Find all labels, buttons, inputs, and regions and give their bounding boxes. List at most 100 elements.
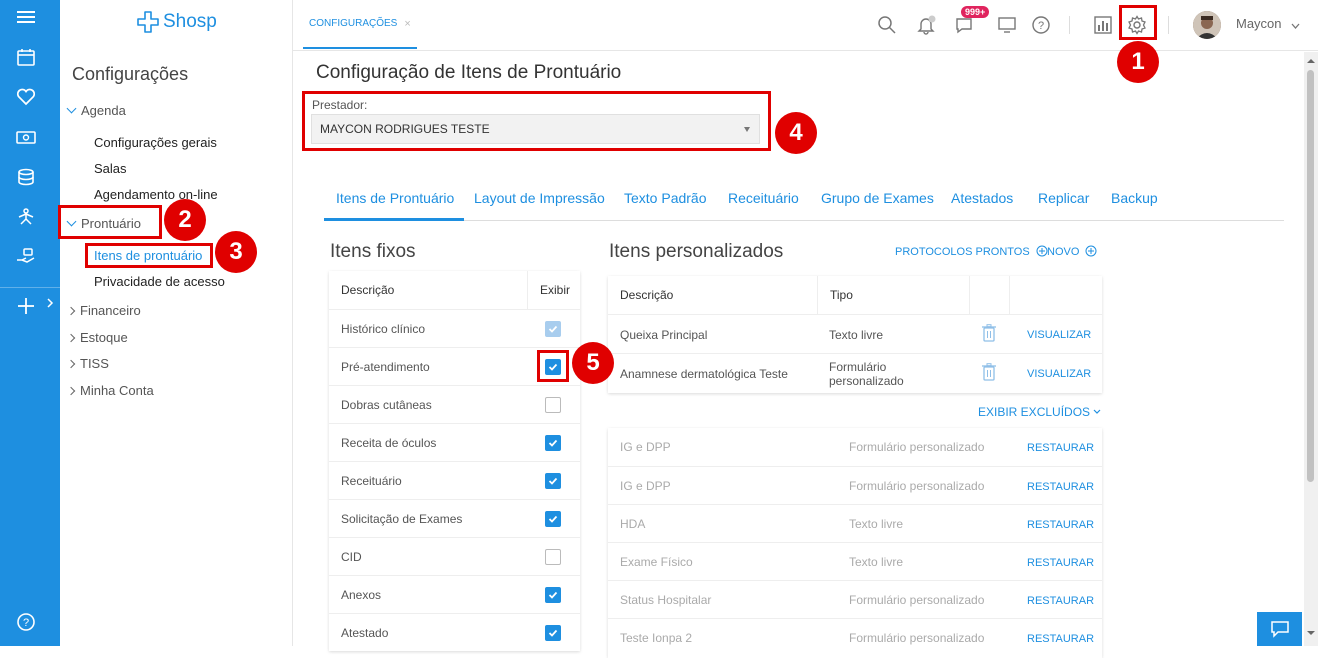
exibir-checkbox[interactable] — [545, 397, 561, 413]
database-icon[interactable] — [0, 162, 52, 192]
row-tipo: Texto livre — [829, 328, 884, 342]
chat-button[interactable] — [1257, 612, 1302, 646]
rail-divider — [0, 287, 60, 288]
row-description: IG e DPP — [620, 440, 671, 454]
nav-group-agenda[interactable]: Agenda — [66, 103, 126, 118]
table-row: Receita de óculos — [329, 423, 580, 461]
logo[interactable]: Shosp — [136, 10, 217, 34]
row-description: Queixa Principal — [620, 328, 708, 342]
nav-group-financeiro[interactable]: Financeiro — [66, 303, 141, 318]
tab-texto-padrao[interactable]: Texto Padrão — [624, 184, 707, 220]
avatar[interactable] — [1193, 11, 1221, 39]
row-tipo: Formulário personalizado — [849, 479, 985, 493]
exibir-checkbox[interactable] — [545, 549, 561, 565]
column-header-descricao: Descrição — [620, 288, 674, 302]
tab-layout-de-impressao[interactable]: Layout de Impressão — [474, 184, 605, 220]
money-icon[interactable] — [0, 122, 52, 152]
nav-group-minha-conta[interactable]: Minha Conta — [66, 383, 154, 398]
help-circle-icon[interactable]: ? — [1030, 14, 1052, 36]
expand-chevron-icon[interactable] — [46, 298, 54, 308]
hand-icon[interactable] — [0, 242, 52, 272]
plus-icon[interactable] — [0, 291, 52, 321]
heart-icon[interactable] — [0, 82, 52, 112]
restaurar-link[interactable]: RESTAURAR — [1027, 442, 1094, 454]
annotation-badge-1: 1 — [1117, 41, 1159, 83]
tab-itens-de-prontuario[interactable]: Itens de Prontuário — [324, 184, 465, 221]
exibir-excluidos-label: EXIBIR EXCLUÍDOS — [978, 405, 1091, 419]
annotation-box-checkbox — [537, 350, 569, 382]
scrollbar[interactable] — [1304, 52, 1318, 646]
tab-replicar[interactable]: Replicar — [1038, 184, 1089, 220]
restaurar-link[interactable]: RESTAURAR — [1027, 595, 1094, 607]
row-label: Atestado — [341, 626, 389, 640]
row-tipo: Texto livre — [849, 517, 904, 531]
trash-icon[interactable] — [981, 324, 997, 345]
nav-item-configuracoes-gerais[interactable]: Configurações gerais — [94, 135, 217, 150]
tab-grupo-de-exames[interactable]: Grupo de Exames — [821, 184, 934, 220]
exibir-checkbox[interactable] — [545, 511, 561, 527]
exibir-checkbox[interactable] — [545, 435, 561, 451]
nav-item-salas[interactable]: Salas — [94, 161, 127, 176]
monitor-icon[interactable] — [996, 14, 1018, 36]
table-row: Queixa Principal Texto livre VISUALIZAR — [608, 314, 1102, 353]
chevron-right-icon — [66, 333, 76, 342]
restaurar-link[interactable]: RESTAURAR — [1027, 557, 1094, 569]
icon-rail: ? — [0, 0, 60, 646]
restaurar-link[interactable]: RESTAURAR — [1027, 633, 1094, 645]
row-tipo: Texto livre — [849, 555, 904, 569]
table-row: Histórico clínico — [329, 309, 580, 347]
chevron-down-icon — [1093, 409, 1101, 414]
close-icon[interactable]: × — [404, 18, 410, 30]
visualizar-link[interactable]: VISUALIZAR — [1027, 368, 1091, 380]
chevron-down-icon[interactable] — [1291, 17, 1300, 35]
nav-item-agendamento-online[interactable]: Agendamento on-line — [94, 187, 218, 202]
search-icon[interactable] — [876, 14, 898, 36]
row-label: Anexos — [341, 588, 382, 602]
exibir-checkbox[interactable] — [545, 587, 561, 603]
nav-group-tiss[interactable]: TISS — [66, 356, 109, 371]
restaurar-link[interactable]: RESTAURAR — [1027, 519, 1094, 531]
protocolos-prontos-link[interactable]: PROTOCOLOS PRONTOS — [895, 245, 1048, 258]
nav-group-label: Minha Conta — [80, 383, 154, 398]
toolbar-divider — [1168, 16, 1169, 34]
trash-icon[interactable] — [981, 363, 997, 384]
restaurar-link[interactable]: RESTAURAR — [1027, 481, 1094, 493]
scrollbar-thumb[interactable] — [1307, 70, 1314, 482]
exibir-checkbox[interactable] — [545, 473, 561, 489]
reports-icon[interactable] — [1092, 14, 1114, 36]
column-divider — [527, 271, 528, 309]
tab-atestados[interactable]: Atestados — [951, 184, 1013, 220]
user-name[interactable]: Maycon — [1236, 16, 1282, 31]
tab-receituario[interactable]: Receituário — [728, 184, 799, 220]
row-label: Histórico clínico — [341, 322, 426, 336]
tab-configuracoes[interactable]: CONFIGURAÇÕES × — [303, 0, 417, 49]
nav-group-label: Financeiro — [80, 303, 141, 318]
svg-text:?: ? — [23, 617, 29, 629]
table-row: HDA Texto livre RESTAURAR — [608, 504, 1102, 542]
scroll-down-icon[interactable] — [1304, 628, 1318, 638]
row-description: HDA — [620, 517, 646, 531]
logo-text: Shosp — [163, 11, 217, 32]
exibir-checkbox[interactable] — [545, 625, 561, 641]
table-row: Status Hospitalar Formulário personalizad… — [608, 580, 1102, 618]
skills-icon[interactable] — [0, 202, 52, 232]
page-title: Configuração de Itens de Prontuário — [316, 62, 622, 83]
row-tipo: Formulário personalizado — [849, 593, 985, 607]
visualizar-link[interactable]: VISUALIZAR — [1027, 329, 1091, 341]
help-icon[interactable]: ? — [0, 607, 52, 637]
calendar-icon[interactable] — [0, 42, 52, 72]
row-description: Anamnese dermatológica Teste — [620, 367, 788, 381]
tab-backup[interactable]: Backup — [1111, 184, 1158, 220]
novo-link[interactable]: NOVO — [1047, 245, 1097, 258]
sidebar-title: Configurações — [72, 64, 189, 84]
settings-sidebar: Shosp Configurações Agenda Configurações… — [60, 0, 293, 646]
nav-item-privacidade-de-acesso[interactable]: Privacidade de acesso — [94, 274, 225, 289]
exibir-excluidos-toggle[interactable]: EXIBIR EXCLUÍDOS — [978, 405, 1101, 419]
scroll-up-icon[interactable] — [1304, 56, 1318, 66]
table-row: Anexos — [329, 575, 580, 613]
nav-group-estoque[interactable]: Estoque — [66, 330, 128, 345]
row-description: Teste Ionpa 2 — [620, 631, 693, 645]
menu-icon[interactable] — [0, 2, 52, 32]
config-tabs: Itens de Prontuário Layout de Impressão … — [324, 184, 1284, 221]
bell-icon[interactable] — [915, 14, 937, 36]
